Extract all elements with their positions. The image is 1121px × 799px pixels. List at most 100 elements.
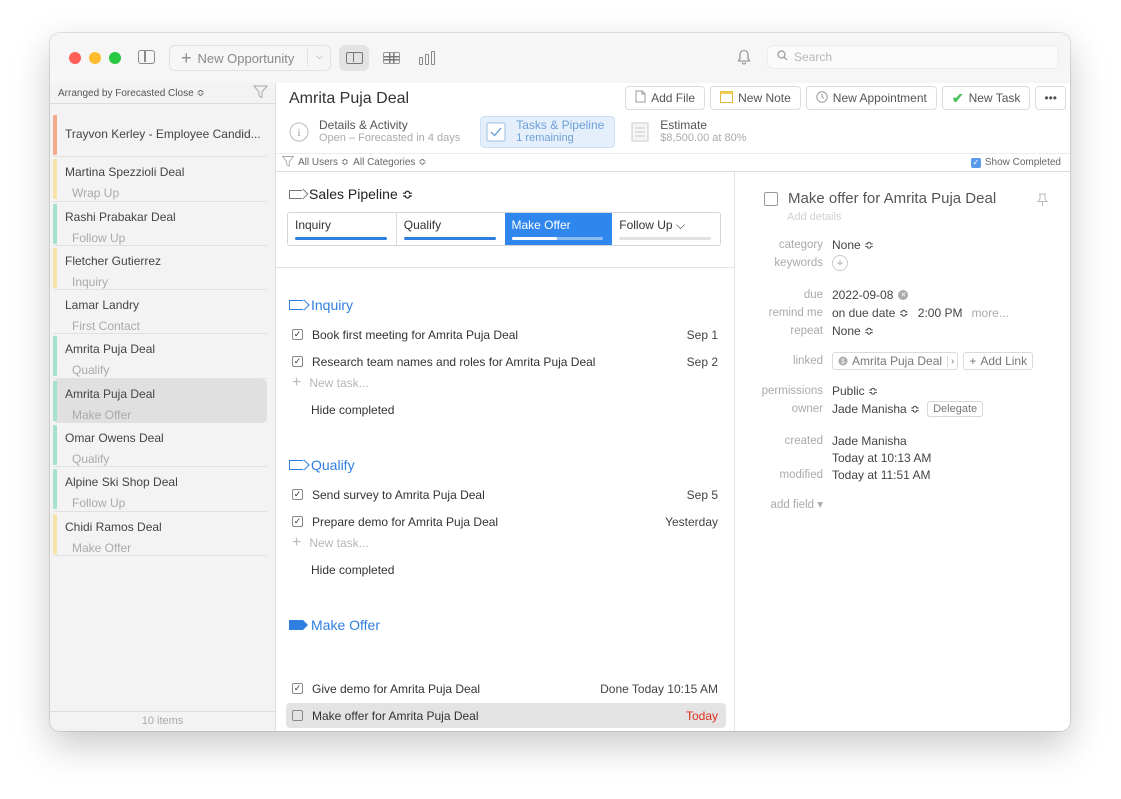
sidebar-item-lead[interactable]: Alpine Ski Shop Deal Follow Up <box>53 467 267 512</box>
remind-dropdown[interactable]: on due date ≎ <box>832 306 909 320</box>
section-title: Qualify <box>311 457 355 473</box>
categories-filter-dropdown[interactable]: All Categories ≎ <box>353 157 426 168</box>
filter-bar: All Users ≎ All Categories ≎ ✓ Show Comp… <box>276 153 1070 172</box>
sidebar-item-lead[interactable]: Omar Owens Deal Qualify <box>53 423 267 468</box>
tab-tasks-pipeline[interactable]: Tasks & Pipeline 1 remaining <box>480 116 616 148</box>
add-keyword-icon[interactable]: + <box>832 255 848 271</box>
delegate-button[interactable]: Delegate <box>927 401 984 417</box>
stage-color-bar <box>53 247 57 288</box>
linked-deal-chip[interactable]: $ Amrita Puja Deal › <box>832 352 959 370</box>
minimize-window-button[interactable] <box>89 52 101 64</box>
page-title: Amrita Puja Deal <box>289 90 410 107</box>
task-checkbox[interactable] <box>292 710 303 721</box>
tab-estimate[interactable]: Estimate $8,500.00 at 80% <box>625 116 756 148</box>
pin-icon[interactable] <box>1036 193 1049 210</box>
lead-stage: Follow Up <box>72 230 126 245</box>
plus-icon: + <box>292 534 302 551</box>
add-file-button[interactable]: Add File <box>625 86 706 110</box>
permissions-dropdown[interactable]: Public ≎ <box>832 384 878 398</box>
task-row[interactable]: ✓ Book first meeting for Amrita Puja Dea… <box>286 322 726 347</box>
chevron-down-icon[interactable]: ⌵ <box>316 51 323 62</box>
new-task-button[interactable]: ✔ New Task <box>941 86 1031 110</box>
task-checkbox[interactable]: ✓ <box>292 516 303 527</box>
task-checkbox[interactable]: ✓ <box>292 489 303 500</box>
task-row[interactable]: ✓ Prepare demo for Amrita Puja Deal Yest… <box>286 509 726 534</box>
sort-dropdown[interactable]: Arranged by Forecasted Close ≎ <box>58 88 205 99</box>
sidebar-item-lead[interactable]: Amrita Puja Deal Qualify <box>53 334 267 379</box>
sidebar-item-lead[interactable]: Martina Spezzioli Deal Wrap Up <box>53 157 267 202</box>
section-qualify-header[interactable]: Qualify <box>289 457 355 473</box>
sidebar-item-lead[interactable]: Chidi Ramos Deal Make Offer <box>53 512 267 556</box>
stage-inquiry[interactable]: Inquiry <box>288 213 396 245</box>
hide-completed-link[interactable]: Hide completed <box>311 563 394 577</box>
add-link-button[interactable]: + Add Link <box>963 352 1034 370</box>
chevron-right-icon[interactable]: › <box>947 355 957 367</box>
stage-qualify[interactable]: Qualify <box>395 213 505 245</box>
remind-time-field[interactable]: 2:00 PM <box>918 306 963 320</box>
new-task-input[interactable]: + New task... <box>292 375 369 391</box>
task-checkbox[interactable]: ✓ <box>292 356 303 367</box>
task-checkbox[interactable]: ✓ <box>292 329 303 340</box>
hide-completed-link[interactable]: Hide completed <box>311 403 394 417</box>
task-label: Research team names and roles for Amrita… <box>312 354 596 369</box>
filter-icon[interactable] <box>252 85 269 102</box>
keywords-row: keywords + <box>736 255 1066 271</box>
close-window-button[interactable] <box>69 52 81 64</box>
section-title: Make Offer <box>311 617 380 633</box>
add-details-input[interactable]: Add details <box>787 211 841 223</box>
zoom-window-button[interactable] <box>109 52 121 64</box>
svg-text:i: i <box>297 127 300 139</box>
task-checkbox[interactable]: ✓ <box>292 683 303 694</box>
search-input[interactable]: Search <box>767 45 1059 69</box>
stage-color-bar <box>53 469 57 510</box>
sidebar-item-lead[interactable]: Fletcher Gutierrez Inquiry <box>53 246 267 291</box>
table-view-button[interactable] <box>376 45 406 71</box>
new-appointment-button[interactable]: New Appointment <box>805 86 937 110</box>
section-make-offer-header[interactable]: Make Offer <box>289 617 380 633</box>
sidebar: Arranged by Forecasted Close ≎ Trayvon K… <box>50 83 276 731</box>
sidebar-item-lead[interactable]: Lamar Landry First Contact <box>53 290 267 335</box>
sidebar-toggle-icon[interactable] <box>138 50 155 64</box>
sidebar-item-lead[interactable]: Amrita Puja Deal Make Offer <box>53 378 267 424</box>
task-title-row: Make offer for Amrita Puja Deal <box>764 190 996 207</box>
new-note-button[interactable]: New Note <box>710 86 801 110</box>
sidebar-item-lead[interactable]: Trayvon Kerley - Employee Candid... <box>53 113 267 158</box>
task-complete-checkbox[interactable] <box>764 191 778 206</box>
new-opportunity-button[interactable]: + New Opportunity ⌵ <box>169 45 331 71</box>
new-note-label: New Note <box>738 91 791 105</box>
tab-title: Tasks & Pipeline <box>516 118 605 132</box>
stage-progress-fill <box>403 237 496 240</box>
task-row[interactable]: ✓ Research team names and roles for Amri… <box>286 349 726 374</box>
due-date-field[interactable]: 2022-09-08 <box>832 288 893 302</box>
category-dropdown[interactable]: None ≎ <box>832 238 874 252</box>
repeat-dropdown[interactable]: None ≎ <box>832 324 874 338</box>
more-button[interactable]: ••• <box>1035 86 1066 110</box>
estimate-icon <box>629 121 651 143</box>
search-icon <box>777 50 788 64</box>
task-row[interactable]: ✓ Give demo for Amrita Puja Deal Done To… <box>286 676 726 701</box>
new-task-input[interactable]: + New task... <box>292 535 369 551</box>
bell-icon[interactable] <box>737 49 751 69</box>
split-view-button[interactable] <box>339 45 369 71</box>
owner-row: owner Jade Manisha ≎ Delegate <box>736 401 1066 417</box>
more-reminders-link[interactable]: more... <box>971 306 1008 320</box>
task-row-selected[interactable]: Make offer for Amrita Puja Deal Today <box>286 703 726 728</box>
checkbox-checked-icon[interactable]: ✓ <box>970 157 981 168</box>
task-row[interactable]: ✓ Send survey to Amrita Puja Deal Sep 5 <box>286 482 726 507</box>
add-field-button[interactable]: add field ▾ <box>736 497 832 511</box>
show-completed-toggle[interactable]: ✓ Show Completed <box>970 157 1061 168</box>
tab-details-activity[interactable]: i Details & Activity Open – Forecasted i… <box>284 116 470 148</box>
owner-dropdown[interactable]: Jade Manisha ≎ <box>832 402 920 416</box>
pipeline-view-button[interactable] <box>412 45 442 71</box>
lead-stage: Follow Up <box>72 496 126 511</box>
lead-name: Amrita Puja Deal <box>65 342 156 357</box>
pipeline-panel: Sales Pipeline ≎ Inquiry Qualify Make Of… <box>276 172 735 731</box>
task-title[interactable]: Make offer for Amrita Puja Deal <box>788 190 996 207</box>
clear-date-icon[interactable]: ✕ <box>898 290 909 300</box>
pipeline-selector[interactable]: Sales Pipeline ≎ <box>289 186 413 203</box>
section-inquiry-header[interactable]: Inquiry <box>289 297 353 313</box>
users-filter-dropdown[interactable]: All Users ≎ <box>298 157 349 168</box>
sidebar-item-lead[interactable]: Rashi Prabakar Deal Follow Up <box>53 202 267 246</box>
stage-make-offer[interactable]: Make Offer <box>504 213 613 245</box>
stage-follow-up[interactable]: Follow Up ⌵ <box>612 213 720 245</box>
